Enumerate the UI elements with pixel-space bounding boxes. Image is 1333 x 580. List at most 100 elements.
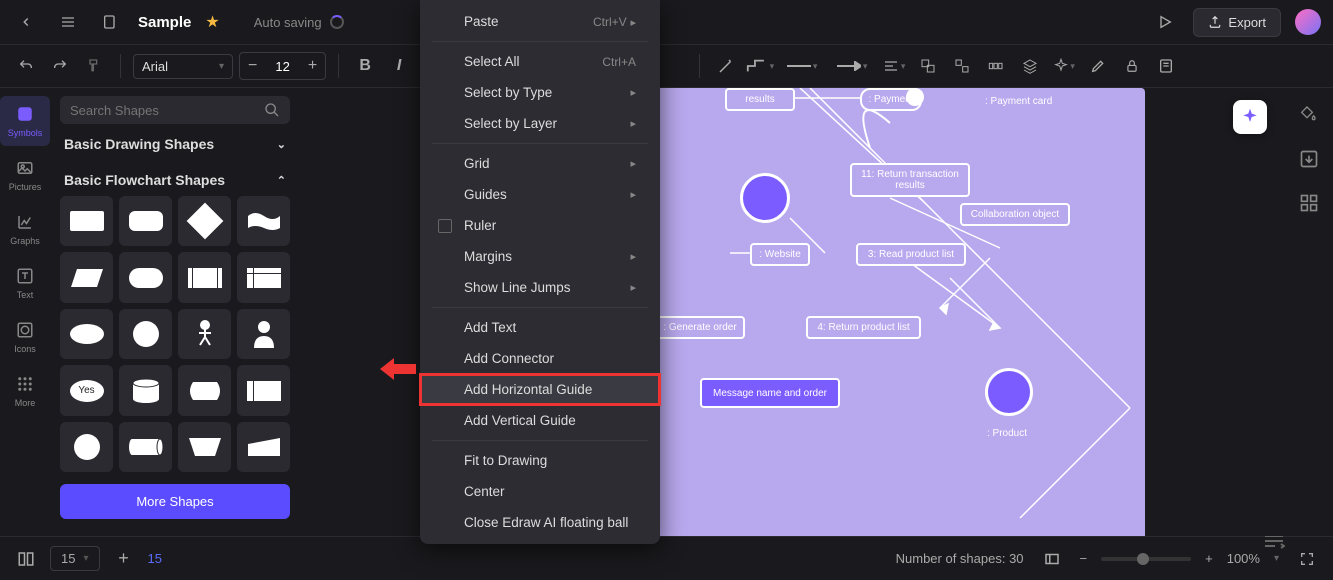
rail-graphs[interactable]: Graphs [0,204,50,254]
zoom-slider[interactable] [1101,557,1191,561]
node-return-tx[interactable]: 11: Return transaction results [850,163,970,197]
node-collab[interactable]: Collaboration object [960,203,1070,226]
more-shapes-button[interactable]: More Shapes [60,484,290,519]
rail-more[interactable]: More [0,366,50,416]
layer-button[interactable] [1016,52,1044,80]
ctx-line-jumps[interactable]: Show Line Jumps▸ [420,272,660,303]
arrow-style-button[interactable]: ▾ [830,52,874,80]
search-input[interactable] [70,103,264,118]
ungroup-button[interactable] [948,52,976,80]
node-website[interactable]: : Website [750,243,810,266]
rail-icons[interactable]: Icons [0,312,50,362]
shape-parallelogram[interactable] [60,252,113,302]
shape-manual-input[interactable] [237,422,290,472]
ctx-margins[interactable]: Margins▸ [420,241,660,272]
zoom-value[interactable]: 100% [1227,551,1260,566]
ctx-close-ai[interactable]: Close Edraw AI floating ball [420,507,660,538]
ctx-add-text[interactable]: Add Text [420,312,660,343]
distribute-button[interactable] [982,52,1010,80]
menu-button[interactable] [54,8,82,36]
ctx-ruler[interactable]: Ruler [420,210,660,241]
ctx-add-vguide[interactable]: Add Vertical Guide [420,405,660,436]
format-painter-button[interactable] [80,52,108,80]
zoom-in-button[interactable]: + [1205,551,1213,566]
navigator-button[interactable] [1038,545,1066,573]
shape-actor[interactable] [178,309,231,359]
shape-predefined[interactable] [178,252,231,302]
shape-manual-op[interactable] [178,422,231,472]
shape-tube[interactable] [119,422,172,472]
shape-ellipse[interactable] [60,309,113,359]
undo-button[interactable] [12,52,40,80]
shape-wave[interactable] [237,196,290,246]
page-layout-button[interactable] [12,545,40,573]
fill-tool[interactable] [1298,104,1320,126]
italic-button[interactable]: I [385,52,413,80]
shape-display[interactable] [178,365,231,415]
star-icon[interactable]: ★ [205,12,219,32]
font-size-decrease[interactable]: − [240,53,265,79]
shape-circle2[interactable] [60,422,113,472]
category-basic-drawing[interactable]: Basic Drawing Shapes ⌄ [60,124,290,160]
back-button[interactable] [12,8,40,36]
effects-button[interactable]: ▾ [1050,52,1078,80]
fullscreen-button[interactable] [1293,545,1321,573]
edit-button[interactable] [1084,52,1112,80]
shape-capsule[interactable] [119,252,172,302]
category-basic-flowchart[interactable]: Basic Flowchart Shapes ⌃ [60,160,290,196]
node-return-list[interactable]: 4: Return product list [806,316,921,339]
ctx-grid[interactable]: Grid▸ [420,148,660,179]
ctx-paste[interactable]: PasteCtrl+V ▸ [420,6,660,37]
ctx-select-layer[interactable]: Select by Layer▸ [420,108,660,139]
redo-button[interactable] [46,52,74,80]
line-style-button[interactable]: ▾ [780,52,824,80]
font-select[interactable]: Arial▾ [133,54,233,79]
shape-internal-storage[interactable] [237,252,290,302]
shape-rounded-rect[interactable] [119,196,172,246]
ctx-guides[interactable]: Guides▸ [420,179,660,210]
line-color-button[interactable] [712,52,740,80]
ctx-add-hguide[interactable]: Add Horizontal Guide [420,374,660,405]
export-button[interactable]: Export [1193,8,1281,37]
ctx-add-connector[interactable]: Add Connector [420,343,660,374]
shape-card[interactable] [237,365,290,415]
node-results[interactable]: results [725,88,795,111]
shape-person[interactable] [237,309,290,359]
grid-panel[interactable] [1298,192,1320,214]
shape-rectangle[interactable] [60,196,113,246]
collapse-panel-button[interactable] [1263,536,1285,550]
node-read-list[interactable]: 3: Read product list [856,243,966,266]
add-page-button[interactable]: + [110,545,138,573]
shape-cylinder[interactable] [119,365,172,415]
page-setup-button[interactable] [1152,52,1180,80]
node-message[interactable]: Message name and order [700,378,840,408]
node-hub-circle[interactable] [740,173,790,223]
shape-diamond[interactable] [178,196,231,246]
ctx-center[interactable]: Center [420,476,660,507]
align-button[interactable]: ▾ [880,52,908,80]
node-gen-order[interactable]: : Generate order [655,316,745,339]
search-shapes[interactable] [60,96,290,124]
bold-button[interactable]: B [351,52,379,80]
rail-pictures[interactable]: Pictures [0,150,50,200]
play-button[interactable] [1151,8,1179,36]
export-panel[interactable] [1298,148,1320,170]
ctx-select-all[interactable]: Select AllCtrl+A [420,46,660,77]
rail-text[interactable]: Text [0,258,50,308]
ctx-select-type[interactable]: Select by Type▸ [420,77,660,108]
shape-decision-yes[interactable]: Yes [60,365,113,415]
zoom-out-button[interactable]: − [1080,551,1088,566]
connector-style-button[interactable]: ▾ [746,52,774,80]
rail-symbols[interactable]: Symbols [0,96,50,146]
font-size-increase[interactable]: + [300,53,325,79]
node-close-handle[interactable] [906,88,924,106]
ctx-fit[interactable]: Fit to Drawing [420,445,660,476]
shape-circle[interactable] [119,309,172,359]
avatar[interactable] [1295,9,1321,35]
lock-button[interactable] [1118,52,1146,80]
page-selector[interactable]: 15▾ [50,546,100,571]
font-size-value[interactable]: 12 [265,55,299,78]
node-product-circle[interactable] [985,368,1033,416]
group-button[interactable] [914,52,942,80]
ai-floating-button[interactable] [1233,100,1267,134]
